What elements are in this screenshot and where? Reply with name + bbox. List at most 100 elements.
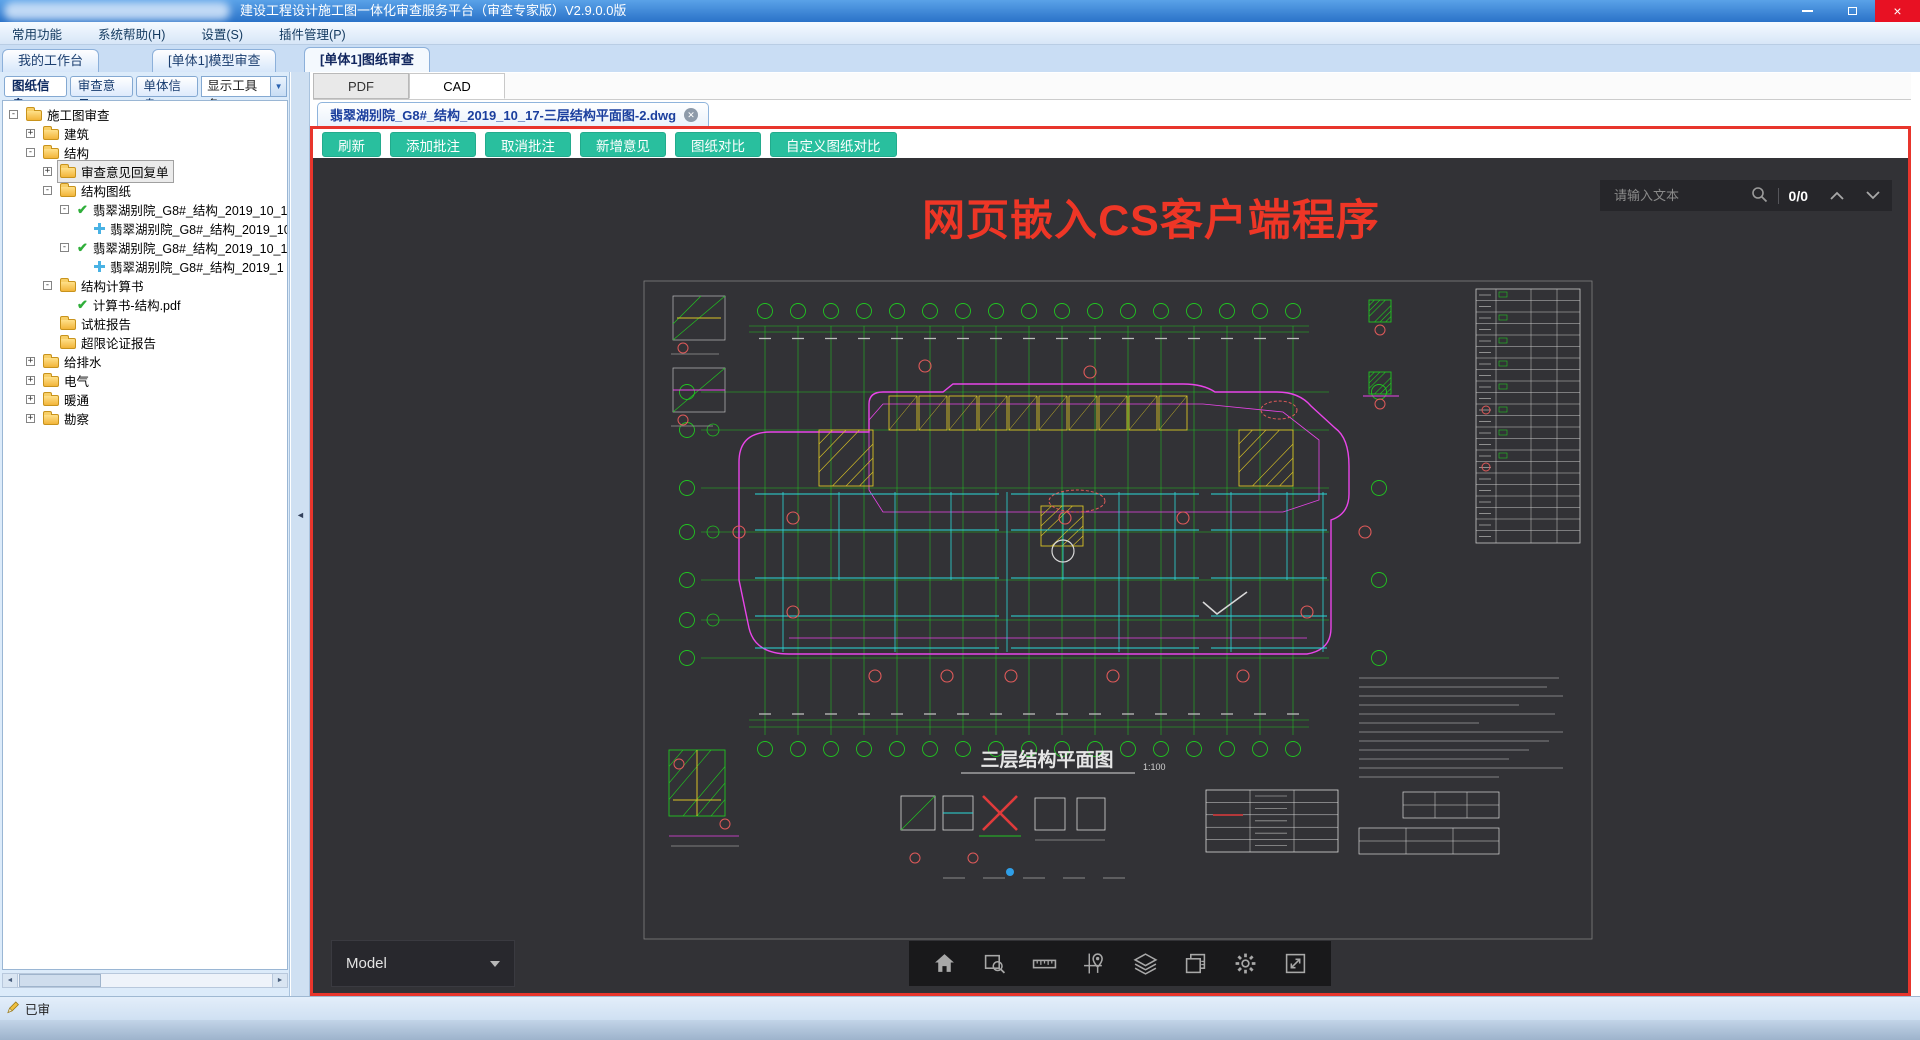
search-match-counter: 0/0 — [1788, 187, 1808, 204]
title-bar: 建设工程设计施工图一体化审查服务平台（审查专家版）V2.9.0.0版 × — [0, 0, 1920, 22]
folder-icon — [60, 183, 76, 197]
cad-viewer: 网页嵌入CS客户端程序 0/0 三层结构平面图 1:100 Model — [313, 158, 1908, 993]
reviewed-pencil-icon — [6, 1000, 20, 1017]
expand-icon[interactable]: + — [43, 167, 52, 176]
folder-icon — [43, 354, 59, 368]
menu-system-help[interactable]: 系统帮助(H) — [98, 24, 165, 43]
collapse-icon[interactable]: - — [60, 205, 69, 214]
layers-icon[interactable] — [1132, 951, 1158, 977]
viewer-icon-toolbar — [909, 941, 1331, 986]
tree-item[interactable]: ✔ 计算书-结构.pdf — [3, 295, 287, 314]
search-next-button[interactable] — [1866, 191, 1880, 200]
collapse-icon[interactable]: - — [43, 281, 52, 290]
project-tree: - 施工图审查 + 建筑 - 结构 + 审查意见回复单 - 结构图纸 - ✔ 翡翠湖别院_G8#_结构_… — [2, 100, 288, 970]
chevron-down-icon — [490, 960, 500, 967]
expand-icon[interactable]: + — [26, 376, 35, 385]
folder-icon — [43, 411, 59, 425]
left-panel-header: 图纸信息 审查意见 单体信息 显示工具条 ▼ — [4, 76, 287, 112]
divider — [1777, 187, 1779, 204]
left-panel: 图纸信息 审查意见 单体信息 显示工具条 ▼ -施工图审查+建筑-结构+审查意见… — [0, 72, 290, 996]
add-annotation-button[interactable]: 添加批注 — [390, 132, 476, 157]
expand-icon[interactable]: + — [26, 414, 35, 423]
close-file-icon[interactable]: ✕ — [684, 107, 699, 122]
menu-plugin-manager[interactable]: 插件管理(P) — [279, 24, 346, 43]
model-space-label: Model — [346, 955, 387, 972]
tab-pdf[interactable]: PDF — [313, 73, 409, 99]
check-icon: ✔ — [77, 297, 88, 312]
measure-icon[interactable] — [1032, 951, 1058, 977]
expand-icon[interactable]: + — [26, 395, 35, 404]
menu-bar: 常用功能 系统帮助(H) 设置(S) 插件管理(P) — [0, 22, 1920, 45]
svg-text:1:100: 1:100 — [1143, 762, 1166, 772]
tree-horizontal-scrollbar[interactable]: ◄ ► — [2, 973, 288, 988]
expand-icon[interactable]: + — [26, 357, 35, 366]
viewports-icon[interactable] — [1182, 951, 1208, 977]
home-icon[interactable] — [931, 951, 957, 977]
search-prev-button[interactable] — [1830, 191, 1844, 200]
coordinate-pin-icon[interactable] — [1082, 951, 1108, 977]
collapse-icon[interactable]: - — [9, 110, 18, 119]
settings-icon[interactable] — [1233, 951, 1259, 977]
drawing-compare-button[interactable]: 图纸对比 — [675, 132, 761, 157]
scroll-right-icon[interactable]: ► — [272, 974, 287, 987]
cad-drawing: 三层结构平面图 1:100 — [643, 280, 1593, 940]
chevron-down-icon[interactable]: ▼ — [270, 77, 286, 96]
panel-tab-unit-info[interactable]: 单体信息 — [135, 76, 199, 112]
model-space-dropdown[interactable]: Model — [331, 940, 515, 987]
search-input[interactable] — [1612, 187, 1751, 204]
folder-icon — [60, 335, 76, 349]
window-bottom-edge — [0, 1020, 1920, 1040]
tree-item-label: 勘察 — [64, 413, 90, 427]
tab-model-review[interactable]: [单体1]模型审查 — [152, 49, 277, 72]
status-bar: 已审 — [0, 996, 1920, 1020]
custom-drawing-compare-button[interactable]: 自定义图纸对比 — [770, 132, 897, 157]
menu-common-functions[interactable]: 常用功能 — [12, 24, 62, 43]
tree-item[interactable]: + 审查意见回复单 — [3, 160, 287, 183]
tab-drawing-review[interactable]: [单体1]图纸审查 — [304, 47, 430, 72]
document-type-tabs: PDF CAD — [313, 73, 1911, 100]
refresh-button[interactable]: 刷新 — [322, 132, 381, 157]
window-title: 建设工程设计施工图一体化审查服务平台（审查专家版）V2.9.0.0版 — [240, 3, 627, 18]
fullscreen-icon[interactable] — [1283, 951, 1309, 977]
tab-cad[interactable]: CAD — [409, 73, 505, 99]
expand-icon[interactable]: + — [26, 129, 35, 138]
file-tab-row: 翡翠湖别院_G8#_结构_2019_10_17-三层结构平面图-2.dwg ✕ — [313, 100, 1911, 126]
embedded-client-watermark: 网页嵌入CS客户端程序 — [922, 197, 1380, 245]
toolbar-display-select[interactable]: 显示工具条 ▼ — [201, 76, 287, 112]
status-text: 已审 — [25, 1003, 51, 1017]
new-opinion-button[interactable]: 新增意见 — [580, 132, 666, 157]
tree-item[interactable]: + 勘察 — [3, 409, 287, 428]
svg-text:三层结构平面图: 三层结构平面图 — [980, 748, 1113, 771]
cad-toolbar: 刷新 添加批注 取消批注 新增意见 图纸对比 自定义图纸对比 — [322, 132, 897, 157]
text-search-bar: 0/0 — [1600, 180, 1892, 211]
collapse-icon[interactable]: - — [43, 186, 52, 195]
maximize-button[interactable] — [1830, 0, 1875, 22]
workspace-tab-bar: 我的工作台 [单体1]模型审查 [单体1]图纸审查 — [0, 45, 1920, 72]
zoom-window-icon[interactable] — [981, 951, 1007, 977]
minimize-button[interactable] — [1785, 0, 1830, 22]
menu-settings[interactable]: 设置(S) — [201, 24, 243, 43]
folder-icon — [60, 278, 76, 292]
panel-tab-review-opinion[interactable]: 审查意见 — [69, 76, 133, 112]
app-logo — [4, 2, 230, 20]
toolbar-display-select-value: 显示工具条 — [207, 79, 258, 112]
minimize-icon — [1802, 10, 1813, 12]
maximize-icon — [1848, 7, 1857, 15]
panel-tab-drawing-info[interactable]: 图纸信息 — [4, 76, 67, 112]
tab-my-workbench[interactable]: 我的工作台 — [2, 49, 100, 72]
cancel-annotation-button[interactable]: 取消批注 — [485, 132, 571, 157]
collapse-icon[interactable]: - — [60, 243, 69, 252]
scroll-left-icon[interactable]: ◄ — [3, 974, 18, 987]
search-icon[interactable] — [1751, 186, 1768, 206]
scrollbar-thumb[interactable] — [19, 974, 101, 987]
folder-icon — [60, 164, 76, 178]
file-tab[interactable]: 翡翠湖别院_G8#_结构_2019_10_17-三层结构平面图-2.dwg ✕ — [317, 102, 710, 126]
check-icon: ✔ — [77, 202, 88, 217]
collapse-panel-icon[interactable]: ◄ — [296, 510, 305, 520]
folder-icon — [43, 126, 59, 140]
panel-splitter[interactable]: ◄ — [291, 72, 310, 996]
app-window: 建设工程设计施工图一体化审查服务平台（审查专家版）V2.9.0.0版 × 常用功… — [0, 0, 1920, 1040]
collapse-icon[interactable]: - — [26, 148, 35, 157]
close-button[interactable]: × — [1875, 0, 1920, 22]
close-icon: × — [1893, 3, 1902, 19]
